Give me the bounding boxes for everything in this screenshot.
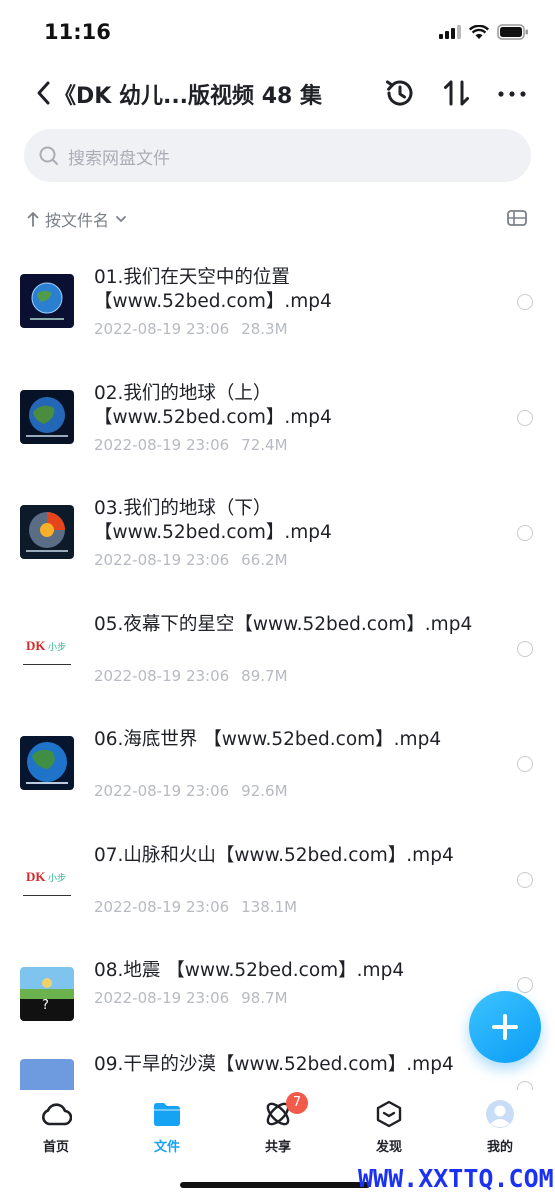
video-thumbnail	[20, 389, 74, 444]
tab-home[interactable]: 首页	[16, 1098, 96, 1158]
file-size: 28.3M	[241, 320, 288, 338]
select-radio[interactable]	[517, 871, 533, 888]
file-meta: 2022-08-19 23:06 98.7M	[94, 989, 288, 1007]
file-date: 2022-08-19 23:06	[94, 435, 230, 454]
video-thumbnail: ?	[20, 967, 74, 1021]
battery-icon	[497, 24, 528, 40]
tab-files[interactable]: 文件	[127, 1098, 207, 1158]
avatar-icon	[486, 1100, 514, 1128]
status-bar: 11:16	[0, 0, 555, 64]
file-size: 98.7M	[241, 989, 288, 1007]
status-time: 11:16	[44, 20, 111, 44]
select-radio[interactable]	[517, 409, 533, 426]
search-icon	[39, 146, 58, 165]
page-title: 《DK 幼儿...版视频 48 集	[54, 84, 322, 109]
video-thumbnail: DK 小步	[20, 620, 74, 675]
signal-icon	[439, 25, 461, 39]
file-row[interactable]: 01.我们在天空中的位置【www.52bed.com】.mp4 2022-08-…	[0, 244, 555, 360]
add-button[interactable]	[469, 991, 541, 1063]
xiaobu-logo: 小步	[48, 873, 67, 884]
history-button[interactable]	[383, 76, 417, 110]
file-meta: 2022-08-19 23:06 89.7M	[94, 667, 288, 685]
dk-logo: DK	[26, 637, 46, 653]
tab-label: 文件	[153, 1140, 180, 1155]
file-name: 02.我们的地球（上）【www.52bed.com】.mp4	[94, 382, 332, 428]
file-name: 09.干旱的沙漠【www.52bed.com】.mp4	[94, 1053, 454, 1075]
video-thumbnail: DK 小步	[20, 851, 74, 906]
video-thumbnail	[20, 736, 74, 790]
file-date: 2022-08-19 23:06	[94, 666, 230, 685]
file-meta: 2022-08-19 23:06 72.4M	[94, 436, 288, 454]
file-date: 2022-08-19 23:06	[94, 782, 230, 800]
file-row[interactable]: 09.干旱的沙漠【www.52bed.com】.mp4	[0, 1053, 555, 1090]
file-meta: 2022-08-19 23:06 138.1M	[94, 898, 297, 916]
sort-label: 按文件名	[45, 211, 110, 230]
file-name: 03.我们的地球（下）【www.52bed.com】.mp4	[94, 498, 332, 543]
tab-profile[interactable]: 我的	[460, 1098, 540, 1158]
file-name: 07.山脉和火山【www.52bed.com】.mp4	[94, 844, 454, 866]
file-size: 72.4M	[241, 435, 288, 454]
file-name: 08.地震 【www.52bed.com】.mp4	[94, 960, 405, 981]
file-list: 01.我们在天空中的位置【www.52bed.com】.mp4 2022-08-…	[0, 244, 555, 1090]
discover-box-icon	[376, 1100, 402, 1128]
tab-label: 发现	[375, 1140, 402, 1155]
file-size: 66.2M	[241, 551, 288, 569]
file-meta: 2022-08-19 23:06 28.3M	[94, 320, 288, 338]
search-input[interactable]: 搜索网盘文件	[24, 129, 531, 182]
watermark: WWW.XXTTQ.COM	[358, 1164, 554, 1193]
cloud-home-icon	[42, 1103, 72, 1126]
arrow-up-icon	[27, 212, 39, 227]
tab-discover[interactable]: 发现	[349, 1098, 429, 1158]
video-thumbnail	[20, 1058, 74, 1090]
view-mode-icon[interactable]	[506, 208, 528, 228]
select-radio[interactable]	[517, 525, 533, 541]
chevron-down-icon	[116, 216, 126, 223]
tab-label: 首页	[42, 1140, 69, 1155]
select-radio[interactable]	[517, 756, 533, 772]
wifi-icon	[469, 24, 489, 39]
file-size: 138.1M	[241, 897, 298, 916]
select-radio[interactable]	[517, 1080, 533, 1090]
divider	[23, 894, 71, 896]
tab-label: 共享	[264, 1140, 291, 1155]
nav-bar: 《DK 幼儿...版视频 48 集	[0, 66, 555, 122]
select-radio[interactable]	[517, 977, 533, 993]
video-thumbnail	[20, 274, 74, 328]
file-row[interactable]: DK 小步 07.山脉和火山【www.52bed.com】.mp4 2022-0…	[0, 822, 555, 938]
file-date: 2022-08-19 23:06	[94, 897, 230, 916]
tab-label: 我的	[486, 1140, 513, 1155]
home-indicator	[180, 1182, 370, 1188]
file-date: 2022-08-19 23:06	[94, 551, 230, 569]
file-name: 01.我们在天空中的位置【www.52bed.com】.mp4	[94, 267, 332, 312]
question-mark: ?	[42, 998, 49, 1013]
video-thumbnail	[20, 505, 74, 559]
file-row[interactable]: 02.我们的地球（上）【www.52bed.com】.mp4 2022-08-1…	[0, 360, 555, 476]
file-meta: 2022-08-19 23:06 66.2M	[94, 551, 288, 569]
select-radio[interactable]	[517, 640, 533, 657]
search-placeholder: 搜索网盘文件	[68, 149, 170, 169]
divider	[23, 663, 71, 665]
dk-logo: DK	[26, 868, 46, 884]
notification-badge: 7	[286, 1092, 308, 1114]
tab-share[interactable]: 7 共享	[238, 1092, 318, 1158]
file-date: 2022-08-19 23:06	[94, 320, 230, 338]
file-size: 92.6M	[241, 782, 288, 800]
file-name: 05.夜幕下的星空【www.52bed.com】.mp4	[94, 613, 473, 635]
xiaobu-logo: 小步	[48, 642, 67, 653]
status-icons	[439, 24, 529, 40]
more-button[interactable]	[495, 76, 529, 110]
sort-bar: 按文件名	[0, 200, 555, 236]
file-date: 2022-08-19 23:06	[94, 989, 230, 1007]
select-radio[interactable]	[517, 294, 533, 310]
file-row[interactable]: DK 小步 05.夜幕下的星空【www.52bed.com】.mp4 2022-…	[0, 591, 555, 707]
folder-icon	[154, 1103, 180, 1126]
sort-order-button[interactable]	[440, 76, 474, 110]
sort-by-name-button[interactable]: 按文件名	[26, 207, 127, 231]
file-row[interactable]: 06.海底世界 【www.52bed.com】.mp4 2022-08-19 2…	[0, 706, 555, 822]
file-name: 06.海底世界 【www.52bed.com】.mp4	[94, 729, 442, 750]
file-size: 89.7M	[241, 666, 288, 685]
file-meta: 2022-08-19 23:06 92.6M	[94, 782, 288, 800]
file-row[interactable]: 03.我们的地球（下）【www.52bed.com】.mp4 2022-08-1…	[0, 475, 555, 591]
